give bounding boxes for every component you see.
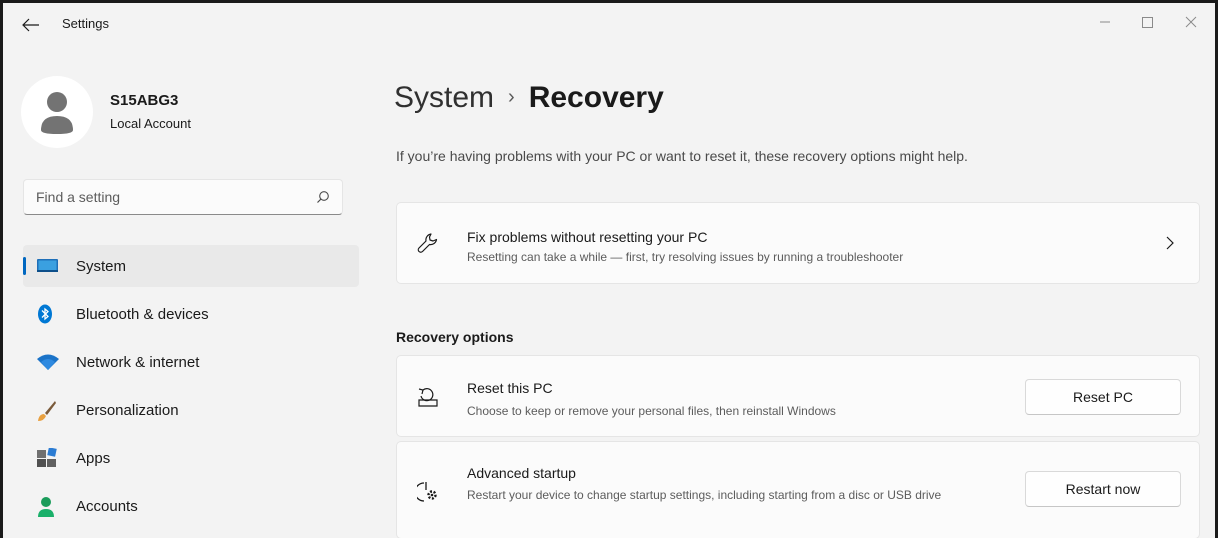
card-title: Fix problems without resetting your PC [467,229,708,245]
bluetooth-icon [37,304,57,324]
search-input[interactable] [36,180,306,214]
intro-text: If you’re having problems with your PC o… [396,148,968,164]
page-title: Recovery [528,81,664,114]
sidebar-item-system[interactable]: System [23,245,359,287]
wifi-icon [37,352,59,372]
avatar[interactable] [21,76,93,148]
section-heading: Recovery options [396,329,514,345]
search-icon[interactable] [316,190,330,204]
back-arrow-icon[interactable] [21,16,41,34]
profile-account-type: Local Account [110,116,191,131]
person-icon [41,92,73,134]
sidebar-item-network[interactable]: Network & internet [23,341,359,383]
wrench-icon [417,232,439,254]
sidebar-item-label: Accounts [76,498,138,515]
person-icon [37,496,57,517]
sidebar-item-apps[interactable]: Apps [23,437,359,479]
card-description: Resetting can take a while — first, try … [467,250,904,264]
sidebar-item-label: Apps [76,450,111,467]
maximize-button[interactable] [1127,9,1167,35]
reset-pc-button[interactable]: Reset PC [1025,379,1181,415]
search-box[interactable] [23,179,343,215]
chevron-right-icon [1165,235,1175,251]
card-description: Choose to keep or remove your personal f… [467,404,836,418]
apps-icon [37,447,57,468]
card-title: Reset this PC [467,380,553,396]
sidebar-item-label: Network & internet [76,354,200,371]
breadcrumb-parent[interactable]: System [394,81,494,114]
settings-window: Settings S15ABG3 Local Account System [0,0,1218,538]
sidebar-item-accounts[interactable]: Accounts [23,485,359,527]
sidebar-item-bluetooth[interactable]: Bluetooth & devices [23,293,359,335]
reset-pc-card: Reset this PC Choose to keep or remove y… [396,355,1200,437]
restart-now-button[interactable]: Restart now [1025,471,1181,507]
sidebar-item-label: Bluetooth & devices [76,306,209,323]
minimize-button[interactable] [1085,9,1125,35]
fix-problems-card[interactable]: Fix problems without resetting your PC R… [396,202,1200,284]
breadcrumb: System › Recovery [394,81,664,115]
active-indicator [23,257,26,275]
profile-name: S15ABG3 [110,92,179,109]
paintbrush-icon [37,400,57,421]
sidebar-item-personalization[interactable]: Personalization [23,389,359,431]
app-title: Settings [62,16,109,31]
advanced-startup-icon [414,480,439,502]
system-display-icon [37,256,58,276]
close-button[interactable] [1171,9,1211,35]
reset-pc-icon [417,386,439,408]
advanced-startup-card: Advanced startup Restart your device to … [396,441,1200,538]
sidebar-item-label: System [76,258,127,275]
title-bar: Settings [3,3,1215,43]
sidebar-item-label: Personalization [76,402,179,419]
card-title: Advanced startup [467,465,576,481]
breadcrumb-separator: › [508,86,515,108]
card-description: Restart your device to change startup se… [467,488,942,502]
